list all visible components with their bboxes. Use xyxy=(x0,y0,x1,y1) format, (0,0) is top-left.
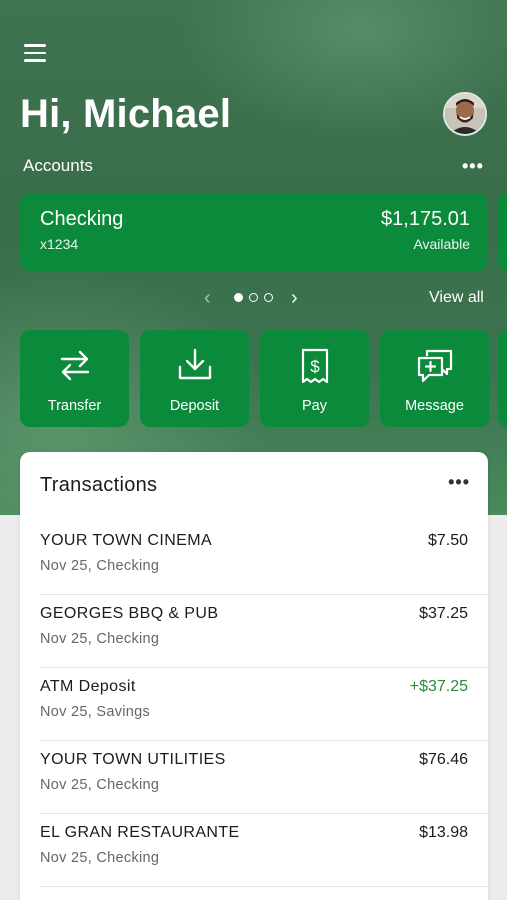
profile-avatar[interactable] xyxy=(443,92,487,136)
transaction-merchant: YOUR TOWN UTILITIES xyxy=(40,751,226,768)
transaction-amount: $7.50 xyxy=(427,532,468,549)
transaction-merchant: EL GRAN RESTAURANTE xyxy=(40,824,240,841)
message-label: Message xyxy=(405,398,464,414)
transaction-amount: $37.25 xyxy=(419,605,468,622)
accounts-label: Accounts xyxy=(23,156,93,175)
transaction-merchant: GEORGES BBQ & PUB xyxy=(40,605,219,622)
transaction-amount-positive: +$37.25 xyxy=(409,678,468,695)
greeting-title: Hi, Michael xyxy=(20,92,232,136)
transaction-meta: Nov 25, Checking xyxy=(40,850,160,866)
account-balance: $1,175.01 xyxy=(381,208,470,230)
message-icon xyxy=(417,349,452,383)
balance-label: Available xyxy=(413,236,470,252)
transaction-amount: $76.46 xyxy=(419,751,468,768)
account-card-checking[interactable]: Checking x1234 $1,175.01 Available xyxy=(20,193,488,271)
transaction-amount: $13.98 xyxy=(419,824,468,841)
message-button[interactable]: Message xyxy=(380,330,489,427)
transaction-row[interactable]: EL GRAN RESTAURANTE Nov 25, Checking $13… xyxy=(40,814,488,887)
transaction-merchant: ATM Deposit xyxy=(40,678,136,695)
pager-dot[interactable] xyxy=(249,293,258,302)
transaction-meta: Nov 25, Savings xyxy=(40,704,151,720)
transaction-row[interactable]: GEORGES BBQ & PUB Nov 25, Checking $37.2… xyxy=(40,595,488,668)
transaction-row[interactable]: YOUR TOWN UTILITIES Nov 25, Checking $76… xyxy=(40,741,488,814)
transfer-label: Transfer xyxy=(47,398,102,414)
transaction-meta: Nov 25, Checking xyxy=(40,558,160,574)
transaction-row[interactable]: ATM Deposit Nov 25, Savings +$37.25 xyxy=(40,668,488,741)
bill-icon: $ xyxy=(301,348,328,384)
transaction-meta: Nov 25, Checking xyxy=(40,777,160,793)
transactions-more-icon[interactable]: ••• xyxy=(448,472,470,493)
deposit-label: Deposit xyxy=(169,398,220,414)
transactions-title: Transactions xyxy=(40,474,158,496)
deposit-button[interactable]: Deposit xyxy=(140,330,249,427)
pay-button[interactable]: $ Pay xyxy=(260,330,369,427)
transaction-meta: Nov 25, Checking xyxy=(40,631,160,647)
divider xyxy=(40,886,488,887)
next-action-peek[interactable] xyxy=(498,330,507,427)
next-account-card-peek[interactable] xyxy=(498,193,507,271)
hamburger-menu-icon[interactable] xyxy=(24,44,46,64)
account-number: x1234 xyxy=(40,236,79,252)
accounts-more-icon[interactable]: ••• xyxy=(462,156,484,177)
chevron-left-icon[interactable]: ‹ xyxy=(204,287,211,310)
view-all-link[interactable]: View all xyxy=(429,289,484,307)
transaction-row[interactable]: YOUR TOWN CINEMA Nov 25, Checking $7.50 xyxy=(40,522,488,595)
transfer-icon xyxy=(60,350,89,381)
transaction-merchant: YOUR TOWN CINEMA xyxy=(40,532,213,549)
chevron-right-icon[interactable]: › xyxy=(291,287,298,310)
transfer-button[interactable]: Transfer xyxy=(20,330,129,427)
avatar-image xyxy=(445,94,485,134)
pager-dot-active[interactable] xyxy=(234,293,243,302)
svg-text:$: $ xyxy=(310,357,320,376)
pay-label: Pay xyxy=(302,398,327,414)
deposit-icon xyxy=(178,348,211,380)
account-name: Checking xyxy=(40,208,124,230)
transactions-card: Transactions ••• YOUR TOWN CINEMA Nov 25… xyxy=(20,452,488,900)
pager-dot[interactable] xyxy=(264,293,273,302)
